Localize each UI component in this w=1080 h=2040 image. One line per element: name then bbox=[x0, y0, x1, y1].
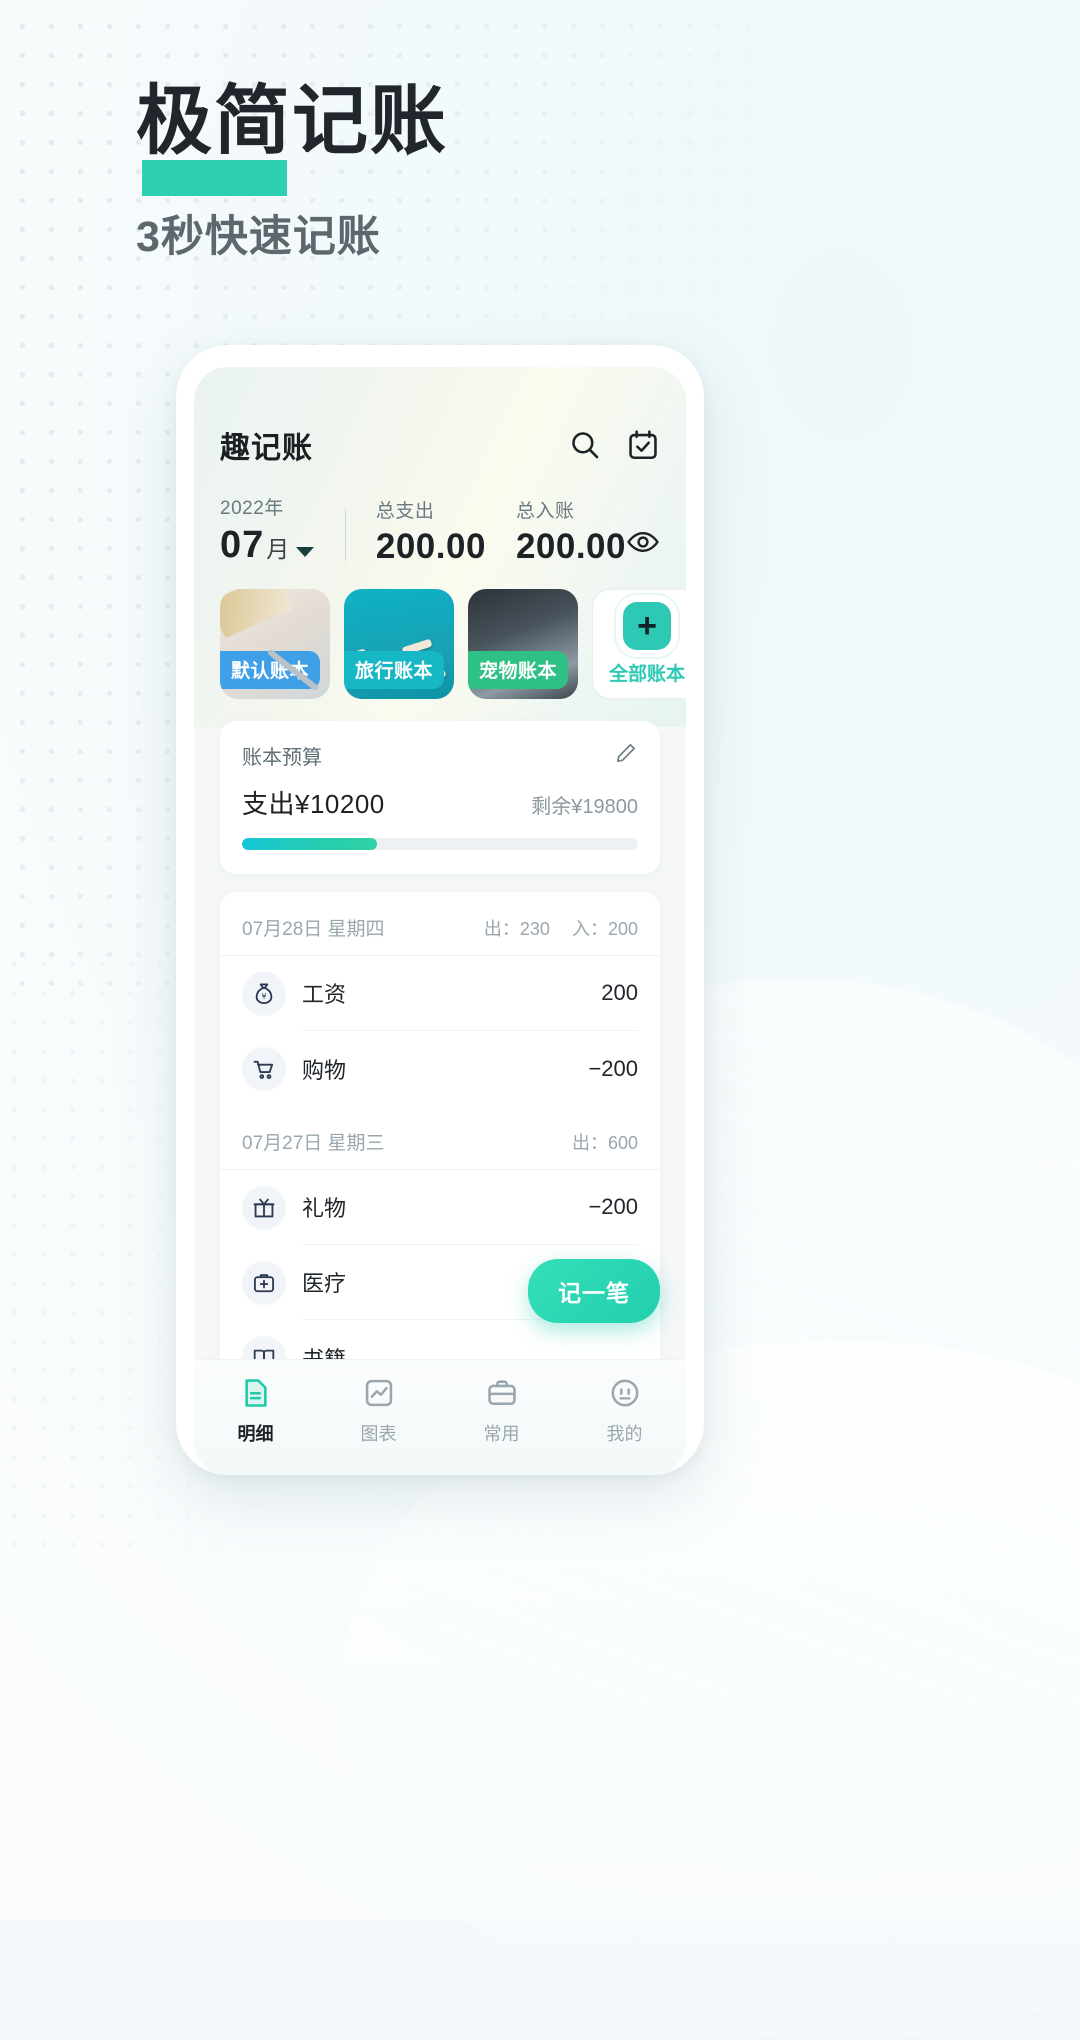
header-icon-group bbox=[568, 428, 660, 462]
phone-screen: 趣记账 2022年 07 月 总支出 200.00 总入账 200.00 默认账… bbox=[194, 367, 686, 1475]
promo-subheadline: 3秒快速记账 bbox=[136, 213, 381, 261]
transaction-amount: −200 bbox=[588, 1194, 638, 1219]
eye-icon bbox=[627, 532, 659, 552]
total-income-stat: 总入账 200.00 bbox=[486, 496, 626, 567]
table-row[interactable]: 购物 −200 bbox=[220, 1031, 660, 1106]
account-book-label: 默认账本 bbox=[220, 651, 321, 689]
chevron-down-icon[interactable] bbox=[296, 547, 315, 557]
calendar-check-icon[interactable] bbox=[626, 428, 660, 462]
account-book-card-travel[interactable]: 旅行账本 bbox=[344, 589, 454, 699]
day-out-total: 出：230 bbox=[483, 918, 550, 939]
total-income-label: 总入账 bbox=[515, 501, 575, 522]
day-in-total: 入：200 bbox=[571, 918, 638, 939]
account-books-row: 默认账本 旅行账本 宠物账本 + 全部账本 bbox=[194, 567, 686, 699]
transaction-category: 礼物 bbox=[302, 1196, 347, 1221]
month-unit: 月 bbox=[266, 536, 290, 562]
budget-card: 账本预算 支出¥10200 剩余¥19800 bbox=[220, 721, 660, 874]
tab-label: 常用 bbox=[483, 1424, 520, 1444]
search-icon[interactable] bbox=[568, 428, 602, 462]
transaction-category: 工资 bbox=[302, 982, 347, 1007]
tab-detail[interactable]: 明细 bbox=[194, 1376, 317, 1446]
budget-progress-fill bbox=[242, 838, 377, 850]
tab-label: 我的 bbox=[606, 1424, 643, 1444]
gift-icon bbox=[242, 1185, 286, 1230]
phone-mockup: 趣记账 2022年 07 月 总支出 200.00 总入账 200.00 默认账… bbox=[176, 345, 704, 1475]
year-label: 2022年 bbox=[220, 498, 284, 519]
tab-chart[interactable]: 图表 bbox=[317, 1376, 440, 1446]
visibility-toggle[interactable] bbox=[626, 525, 660, 567]
transaction-amount: 200 bbox=[601, 980, 638, 1005]
account-book-card-default[interactable]: 默认账本 bbox=[220, 589, 330, 699]
account-book-card-pet[interactable]: 宠物账本 bbox=[468, 589, 578, 699]
svg-text:¥: ¥ bbox=[261, 991, 266, 1000]
plus-icon[interactable]: + bbox=[623, 602, 671, 650]
profile-icon bbox=[611, 1379, 638, 1407]
total-expense-stat: 总支出 200.00 bbox=[346, 496, 486, 567]
shopping-cart-icon bbox=[242, 1046, 286, 1091]
transaction-group: 07月28日 星期四 出：230 入：200 ¥ 工资 200 购物 −200 bbox=[220, 892, 660, 1106]
list-detail-icon bbox=[244, 1379, 267, 1407]
add-record-button[interactable]: 记一笔 bbox=[528, 1259, 660, 1323]
transaction-amount: −200 bbox=[588, 1055, 638, 1081]
app-header: 趣记账 bbox=[194, 367, 686, 467]
chart-icon bbox=[365, 1379, 392, 1407]
total-income-value: 200.00 bbox=[515, 527, 626, 566]
summary-stats-row: 2022年 07 月 总支出 200.00 总入账 200.00 bbox=[194, 467, 686, 567]
promo-headline-block: 极简记账 3秒快速记账 bbox=[136, 84, 448, 264]
bottom-navigation: 明细 图表 常用 我的 bbox=[194, 1359, 686, 1475]
money-bag-icon: ¥ bbox=[242, 971, 286, 1016]
account-book-label: 旅行账本 bbox=[344, 651, 445, 689]
pencil-icon[interactable] bbox=[614, 741, 638, 770]
budget-remaining: 剩余¥19800 bbox=[531, 796, 638, 818]
account-book-label: 全部账本 bbox=[608, 664, 685, 685]
budget-spent: 支出¥10200 bbox=[242, 789, 385, 819]
briefcase-icon bbox=[487, 1380, 516, 1406]
tab-label: 图表 bbox=[360, 1424, 397, 1444]
day-out-total: 出：600 bbox=[571, 1132, 638, 1153]
table-row[interactable]: ¥ 工资 200 bbox=[220, 956, 660, 1031]
transaction-category: 医疗 bbox=[302, 1271, 347, 1296]
budget-progress-track bbox=[242, 838, 638, 850]
transaction-date: 07月28日 星期四 bbox=[242, 919, 385, 940]
headline-highlight-bar bbox=[142, 160, 287, 196]
total-expense-label: 总支出 bbox=[375, 501, 435, 522]
tab-common[interactable]: 常用 bbox=[440, 1376, 563, 1446]
tab-label: 明细 bbox=[237, 1424, 274, 1444]
app-title: 趣记账 bbox=[220, 432, 313, 465]
tab-mine[interactable]: 我的 bbox=[563, 1376, 686, 1446]
total-expense-value: 200.00 bbox=[375, 527, 486, 566]
budget-title: 账本预算 bbox=[242, 747, 322, 769]
transaction-category: 购物 bbox=[302, 1057, 347, 1083]
transaction-date: 07月27日 星期三 bbox=[242, 1133, 385, 1154]
month-selector[interactable]: 2022年 07 月 bbox=[220, 493, 345, 567]
account-book-label: 宠物账本 bbox=[468, 651, 569, 689]
transaction-day-header: 07月27日 星期三 出：600 bbox=[220, 1106, 660, 1170]
account-book-card-all[interactable]: + 全部账本 bbox=[592, 589, 686, 699]
promo-headline: 极简记账 bbox=[136, 80, 448, 164]
table-row[interactable]: 礼物 −200 bbox=[220, 1170, 660, 1245]
transaction-group: 07月27日 星期三 出：600 礼物 −200 医疗 bbox=[220, 1106, 660, 1395]
medical-kit-icon bbox=[242, 1260, 286, 1305]
month-number: 07 bbox=[220, 524, 265, 566]
transaction-day-header: 07月28日 星期四 出：230 入：200 bbox=[220, 892, 660, 956]
